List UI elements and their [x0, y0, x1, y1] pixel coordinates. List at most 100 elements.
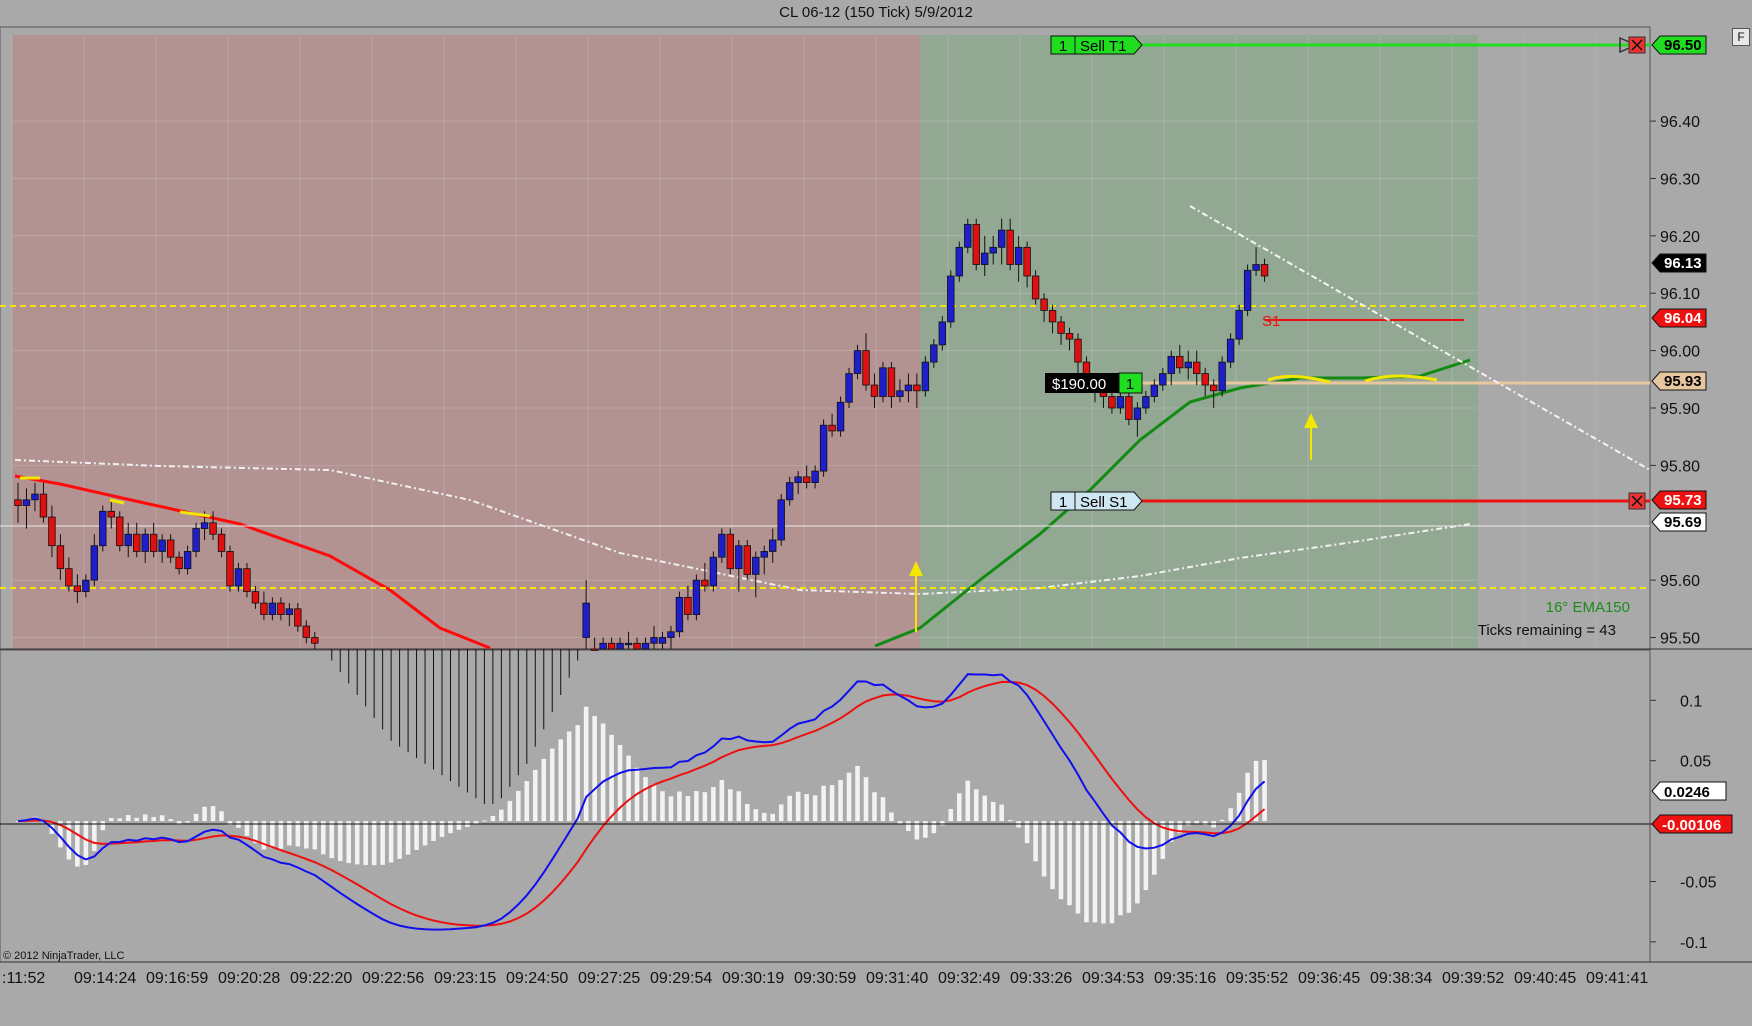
- histogram-bar: [210, 806, 216, 822]
- histogram-bar: [1109, 821, 1115, 924]
- histogram-bar: [761, 812, 767, 822]
- histogram-bar: [778, 804, 784, 822]
- histogram-bar: [1143, 821, 1149, 891]
- price-tick-label: 95.60: [1660, 573, 1700, 590]
- histogram-bar: [507, 800, 513, 822]
- time-tick-label: 09:35:52: [1226, 970, 1288, 987]
- histogram-bar: [1058, 821, 1064, 900]
- ma-price-tag: 95.69: [1651, 512, 1707, 532]
- time-tick-label: 09:20:28: [218, 970, 280, 987]
- price-tick-label: 95.90: [1660, 401, 1700, 418]
- bear-zone: [12, 35, 920, 649]
- histogram-bar: [202, 806, 207, 822]
- entry-price-tag: 95.93: [1651, 371, 1707, 391]
- s1-price-tag: 96.04: [1651, 308, 1707, 328]
- histogram-bar: [270, 821, 275, 849]
- histogram-bar: [320, 821, 326, 855]
- histogram-bar: [940, 821, 945, 826]
- histogram-bar: [549, 748, 555, 822]
- histogram-bar: [532, 769, 538, 822]
- histogram-bar: [583, 706, 589, 822]
- histogram-bar: [668, 796, 674, 822]
- bull-zone: [920, 35, 1478, 649]
- target-order-tag[interactable]: 1 Sell T1: [1050, 35, 1143, 55]
- histogram-bar: [863, 777, 869, 822]
- price-tick-label: 95.80: [1660, 458, 1700, 475]
- histogram-bar: [719, 780, 725, 822]
- macd-tick-label: -0.05: [1680, 874, 1717, 891]
- histogram-bar: [872, 792, 877, 822]
- histogram-bar: [219, 811, 224, 822]
- histogram-bar: [770, 813, 776, 822]
- stop-label: Sell S1: [1080, 494, 1128, 511]
- histogram-bar: [728, 789, 733, 822]
- candle: [116, 511, 124, 552]
- candle: [1218, 356, 1226, 397]
- histogram-bar: [125, 815, 131, 822]
- time-tick-label: 09:29:54: [650, 970, 712, 987]
- histogram-bar: [931, 821, 937, 834]
- candle: [726, 528, 735, 575]
- histogram-bar: [1101, 821, 1106, 924]
- histogram-bar: [490, 816, 496, 822]
- histogram-bar: [117, 818, 123, 822]
- histogram-bar: [168, 819, 173, 822]
- histogram-bar: [108, 817, 114, 822]
- histogram-bar: [244, 821, 250, 836]
- macd-tick-label: -0.1: [1680, 935, 1708, 952]
- position-tag[interactable]: $190.00 1: [1045, 372, 1143, 394]
- time-tick-label: 09:22:56: [362, 970, 424, 987]
- histogram-bar: [1007, 820, 1013, 822]
- svg-text:96.50: 96.50: [1664, 37, 1702, 54]
- histogram-bar: [855, 765, 860, 822]
- price-tick-label: 96.10: [1660, 286, 1700, 303]
- histogram-bar: [278, 821, 284, 849]
- histogram-bar: [312, 821, 318, 850]
- macd-value-tag: 0.0246: [1651, 781, 1727, 801]
- stop-order-tag[interactable]: 1 Sell S1: [1050, 491, 1143, 511]
- histogram-bar: [1084, 821, 1089, 923]
- histogram-bar: [405, 821, 411, 855]
- time-tick-label: 09:31:40: [866, 970, 928, 987]
- histogram-bar: [1050, 821, 1055, 890]
- candle: [972, 218, 980, 271]
- histogram-bar: [626, 755, 631, 822]
- ticks-remaining: Ticks remaining = 43: [1478, 622, 1616, 639]
- histogram-bar: [838, 780, 843, 822]
- histogram-bar: [516, 791, 521, 822]
- svg-text:95.69: 95.69: [1664, 514, 1702, 531]
- histogram-bar: [456, 821, 462, 830]
- candle: [99, 505, 107, 552]
- chart-window: CL 06-12 (150 Tick) 5/9/2012 F 1 Sell T1…: [0, 0, 1752, 1026]
- candle: [692, 574, 701, 621]
- histogram-bar: [193, 813, 199, 822]
- svg-text:96.13: 96.13: [1664, 255, 1702, 272]
- price-tick-label: 96.40: [1660, 114, 1700, 131]
- macd-tick-label: 0.05: [1680, 754, 1711, 771]
- histogram-bar: [711, 787, 716, 822]
- histogram-bar: [1219, 819, 1225, 822]
- candle: [947, 270, 955, 328]
- histogram-bar: [1041, 821, 1047, 877]
- histogram-value-tag: -0.00106: [1651, 814, 1733, 834]
- histogram-bar: [694, 791, 699, 822]
- candle: [955, 241, 963, 282]
- histogram-bar: [482, 820, 487, 822]
- candle: [743, 539, 751, 581]
- candle: [226, 545, 234, 592]
- price-tick-label: 96.00: [1660, 344, 1700, 361]
- histogram-bar: [354, 821, 360, 865]
- candle: [879, 362, 887, 403]
- histogram-bar: [880, 797, 886, 822]
- time-tick-label: 09:30:19: [722, 970, 784, 987]
- time-tick-label: 09:14:24: [74, 970, 136, 987]
- histogram-bar: [371, 821, 377, 866]
- price-tick-label: 95.50: [1660, 631, 1700, 648]
- time-tick-label: 09:22:20: [290, 970, 352, 987]
- histogram-bar: [92, 821, 97, 852]
- histogram-bar: [592, 715, 597, 822]
- stop-cancel-icon[interactable]: [1628, 492, 1646, 510]
- svg-text:96.04: 96.04: [1664, 310, 1702, 327]
- histogram-bar: [388, 821, 394, 863]
- chart-canvas[interactable]: 1 Sell T1 1 Sell S1 $190.00 1 S1 16° EMA…: [0, 0, 1752, 1026]
